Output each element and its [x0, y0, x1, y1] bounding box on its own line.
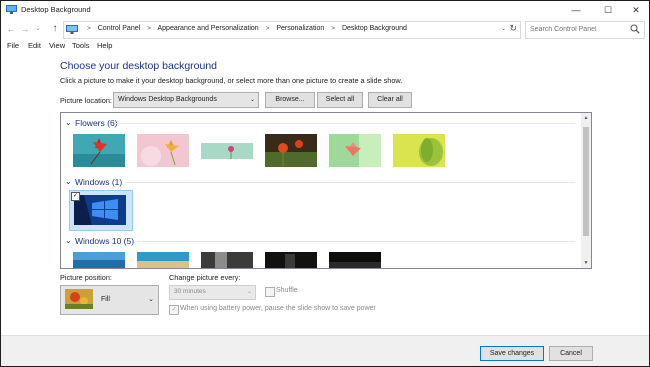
picture-position-select[interactable]: Fill ⌄ [60, 285, 159, 315]
maximize-button[interactable]: ☐ [593, 1, 623, 19]
up-arrow-icon[interactable]: ↑ [49, 23, 61, 35]
control-panel-app-icon [6, 5, 17, 14]
battery-pause-checkbox[interactable]: ✓ [169, 305, 179, 315]
wallpaper-thumbnail[interactable] [329, 134, 381, 167]
address-bar[interactable]: > Control Panel > Appearance and Persona… [63, 21, 521, 39]
menu-edit[interactable]: Edit [28, 41, 41, 50]
wallpaper-thumbnail[interactable] [73, 134, 125, 167]
chevron-down-icon[interactable]: ⌄ [65, 236, 72, 245]
picture-location-value: Windows Desktop Backgrounds [118, 96, 217, 103]
instructions-text: Click a picture to make it your desktop … [60, 76, 403, 85]
selected-wallpaper-tile[interactable]: ✓ [69, 190, 133, 231]
clear-all-button[interactable]: Clear all [368, 92, 412, 108]
chevron-down-icon[interactable]: ⌄ [65, 177, 72, 186]
picture-list[interactable]: ⌄ Flowers (6) ⌄ Windows (1) ✓ ⌄ Windows … [60, 112, 592, 269]
breadcrumb-separator: > [147, 25, 151, 32]
chevron-down-icon[interactable]: ⌄ [65, 118, 72, 127]
title-bar: Desktop Background — ☐ ✕ [1, 1, 649, 19]
group-header-windows-10[interactable]: ⌄ Windows 10 (5) [65, 235, 577, 247]
wallpaper-thumbnail[interactable] [201, 134, 253, 167]
breadcrumb-personalization[interactable]: Personalization [276, 25, 324, 32]
picture-location-select[interactable]: Windows Desktop Backgrounds ⌄ [113, 92, 259, 108]
wallpaper-thumbnail[interactable] [265, 252, 317, 268]
breadcrumb-separator: > [265, 25, 270, 32]
wallpaper-thumbnail[interactable] [73, 252, 125, 268]
wallpaper-thumbnail[interactable] [201, 252, 253, 268]
menu-file[interactable]: File [7, 41, 19, 50]
select-all-button[interactable]: Select all [317, 92, 363, 108]
wallpaper-thumbnail[interactable] [265, 134, 317, 167]
group-divider [125, 182, 575, 183]
vertical-scrollbar[interactable]: ▲ ▼ [581, 113, 591, 268]
picture-position-label: Picture position: [60, 273, 112, 282]
wallpaper-thumbnail[interactable] [393, 134, 445, 167]
search-icon[interactable] [630, 24, 640, 34]
breadcrumb-separator: > [331, 25, 335, 32]
wallpaper-thumbnail[interactable] [137, 252, 189, 268]
scroll-up-arrow-icon[interactable]: ▲ [581, 115, 591, 121]
control-panel-icon [66, 25, 78, 34]
forward-arrow-icon[interactable]: → [19, 23, 31, 35]
breadcrumb-control-panel[interactable]: Control Panel [98, 25, 140, 32]
wallpaper-thumbnail[interactable] [329, 252, 381, 268]
battery-pause-label[interactable]: When using battery power, pause the slid… [180, 305, 376, 312]
scroll-down-arrow-icon[interactable]: ▼ [581, 260, 591, 266]
breadcrumb-desktop-background[interactable]: Desktop Background [342, 25, 407, 32]
shuffle-label[interactable]: Shuffle [276, 287, 298, 294]
shuffle-checkbox[interactable] [265, 287, 275, 297]
selected-checkbox[interactable]: ✓ [71, 192, 80, 201]
chevron-down-icon: ⌄ [246, 289, 252, 295]
group-name: Flowers (6) [75, 118, 118, 128]
chevron-down-icon: ⌄ [249, 97, 255, 103]
refresh-icon[interactable]: ↻ [509, 23, 517, 34]
search-input[interactable] [526, 22, 630, 36]
fill-position-icon [65, 289, 93, 309]
minimize-button[interactable]: — [561, 1, 591, 19]
change-picture-interval-select[interactable]: 30 minutes ⌄ [169, 285, 256, 300]
cancel-button[interactable]: Cancel [549, 346, 593, 361]
scrollbar-thumb[interactable] [583, 127, 589, 236]
search-box[interactable] [525, 21, 645, 39]
page-title: Choose your desktop background [60, 60, 218, 72]
menu-tools[interactable]: Tools [72, 41, 90, 50]
breadcrumb-separator: > [87, 25, 91, 32]
breadcrumb: > Control Panel > Appearance and Persona… [82, 25, 407, 32]
change-picture-interval-value: 30 minutes [174, 288, 206, 295]
group-divider [115, 123, 575, 124]
group-name: Windows 10 (5) [75, 236, 135, 246]
group-divider [137, 241, 575, 242]
desktop-background-window: Desktop Background — ☐ ✕ ← → ⌄ ↑ > Contr… [0, 0, 650, 367]
dialog-footer: Save changes Cancel [1, 335, 649, 366]
browse-button[interactable]: Browse... [265, 92, 315, 108]
menu-view[interactable]: View [49, 41, 65, 50]
picture-position-value: Fill [101, 296, 110, 303]
menu-help[interactable]: Help [97, 41, 112, 50]
group-header-flowers[interactable]: ⌄ Flowers (6) [65, 117, 577, 129]
address-row: ← → ⌄ ↑ > Control Panel > Appearance and… [1, 19, 649, 39]
save-changes-button[interactable]: Save changes [480, 346, 544, 361]
wallpaper-thumbnail[interactable] [137, 134, 189, 167]
group-header-windows[interactable]: ⌄ Windows (1) [65, 176, 577, 188]
window-title: Desktop Background [21, 5, 91, 14]
group-name: Windows (1) [75, 177, 123, 187]
breadcrumb-appearance[interactable]: Appearance and Personalization [157, 25, 258, 32]
address-dropdown-icon[interactable]: ⌄ [501, 25, 506, 32]
picture-location-label: Picture location: [60, 96, 112, 105]
change-picture-label: Change picture every: [169, 273, 241, 282]
chevron-down-icon: ⌄ [148, 296, 154, 303]
close-button[interactable]: ✕ [621, 1, 649, 19]
wallpaper-thumbnail[interactable] [74, 195, 126, 225]
back-arrow-icon[interactable]: ← [5, 23, 17, 35]
recent-locations-chevron-icon[interactable]: ⌄ [32, 23, 44, 35]
